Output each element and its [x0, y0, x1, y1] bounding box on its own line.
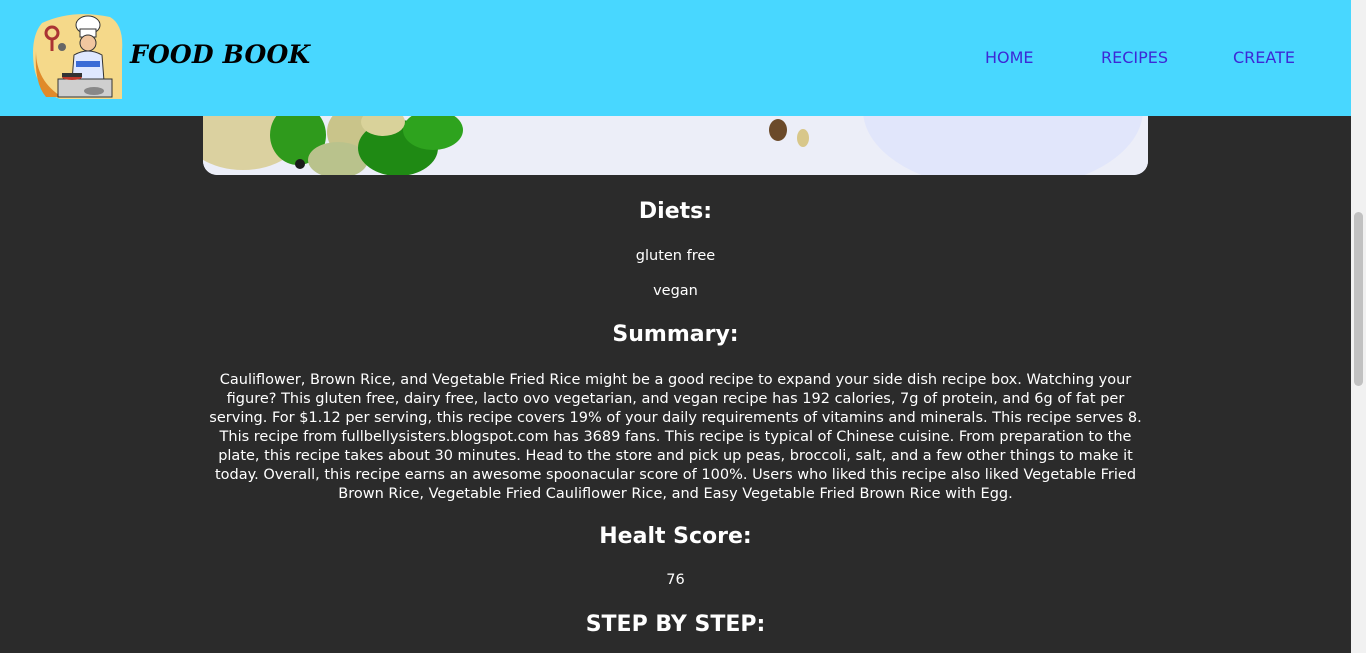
nav-link-recipes[interactable]: RECIPES	[1101, 48, 1168, 67]
diets-heading: Diets:	[638, 199, 713, 224]
health-score-heading: Healt Score:	[599, 524, 752, 549]
health-score-value: 76	[666, 572, 685, 588]
page-scrollbar[interactable]	[1351, 0, 1366, 653]
steps-heading: STEP BY STEP:	[585, 612, 766, 637]
summary-text: Cauliflower, Brown Rice, and Vegetable F…	[209, 372, 1142, 502]
diet-item-vegan: vegan	[653, 283, 698, 299]
brand-title[interactable]: FOOD BOOK	[130, 40, 310, 69]
recipe-detail-page: FOOD BOOK HOME RECIPES CREATE Diets: glu…	[0, 0, 1366, 653]
chef-logo-icon[interactable]	[32, 11, 124, 103]
scrollbar-thumb[interactable]	[1354, 212, 1363, 386]
navbar: FOOD BOOK HOME RECIPES CREATE	[0, 0, 1351, 116]
nav-link-home[interactable]: HOME	[985, 48, 1034, 67]
nav-link-create[interactable]: CREATE	[1233, 48, 1295, 67]
diet-item-gluten-free: gluten free	[635, 248, 716, 264]
summary-heading: Summary:	[612, 322, 739, 347]
